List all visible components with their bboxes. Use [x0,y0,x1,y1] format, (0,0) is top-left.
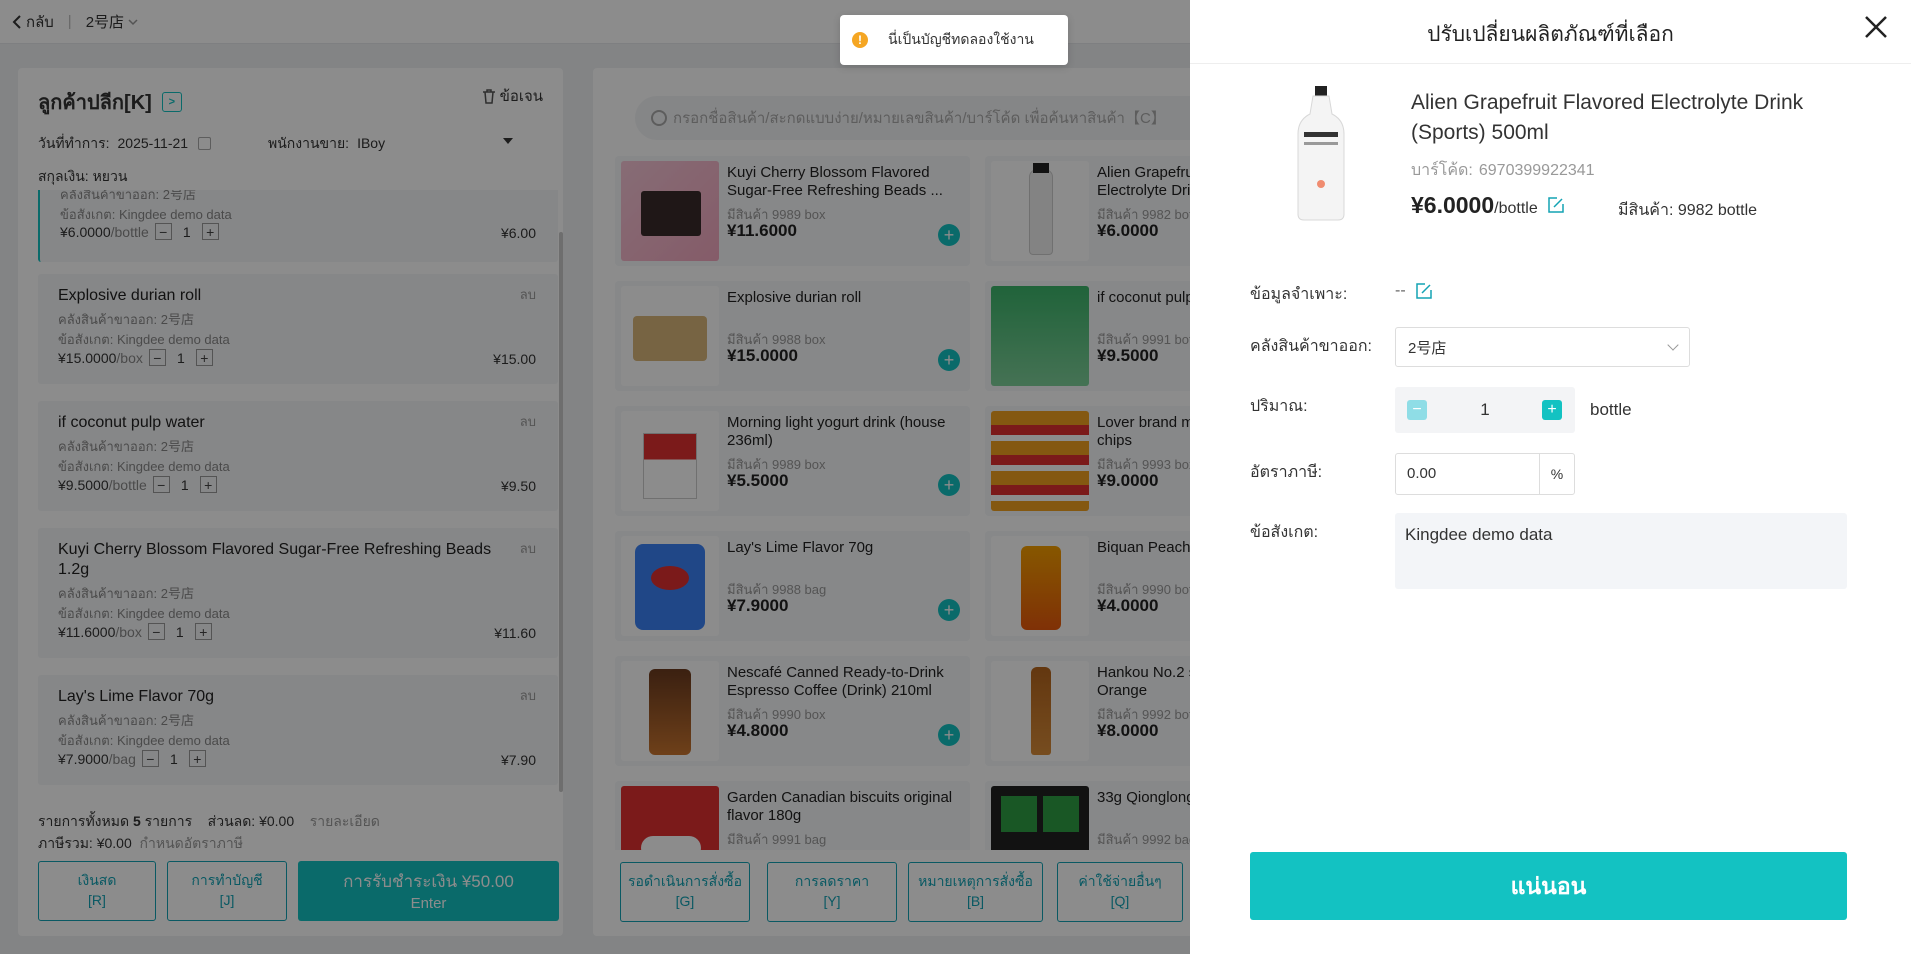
tax-rate-field: 0.00 % [1395,453,1575,495]
edit-item-drawer: ปรับเปลี่ยนผลิตภัณฑ์ที่เลือก Alien Grape… [1190,0,1911,954]
quantity-stepper: − 1 + [1395,387,1575,433]
confirm-button[interactable]: แน่นอน [1250,852,1847,920]
quantity-unit: bottle [1590,400,1632,419]
increment-button[interactable]: + [1542,400,1562,420]
quantity-input[interactable]: 1 [1435,400,1535,420]
stock-info: มีสินค้า: 9982 bottle [1618,198,1757,223]
close-icon[interactable] [1861,12,1891,42]
toast-text: นี่เป็นบัญชีทดลองใช้งาน [888,31,1034,47]
warehouse-select[interactable]: 2号店 [1395,327,1690,367]
note-textarea[interactable]: Kingdee demo data [1395,513,1847,589]
tax-rate-label: อัตราภาษี: [1250,464,1323,481]
stock-value: 9982 bottle [1677,202,1758,219]
price-unit: /bottle [1494,200,1538,217]
tax-rate-input[interactable]: 0.00 [1396,454,1540,494]
trial-account-toast: ! นี่เป็นบัญชีทดลองใช้งาน [840,15,1068,65]
barcode-label: บาร์โค้ด: [1411,162,1473,179]
spec-field: -- [1395,282,1432,300]
pos-app: { "topbar": {"back": "กลับ", "store": "2… [0,0,1911,954]
tax-rate-unit: % [1550,466,1564,482]
edit-price-icon[interactable] [1547,197,1564,213]
spec-value: -- [1395,282,1406,299]
drawer-title: ปรับเปลี่ยนผลิตภัณฑ์ที่เลือก [1427,23,1674,46]
edit-spec-icon[interactable] [1415,283,1432,299]
decrement-button[interactable]: − [1407,400,1427,420]
unit-price: ¥6.0000/bottle [1411,192,1564,219]
stock-label: มีสินค้า: [1618,202,1674,219]
barcode: บาร์โค้ด: 6970399922341 [1411,158,1595,183]
product-image [1297,86,1345,221]
barcode-value: 6970399922341 [1478,162,1595,179]
chevron-down-icon [1667,339,1679,351]
price-value: ¥6.0000 [1411,192,1495,218]
warehouse-value: 2号店 [1408,339,1447,357]
spec-label: ข้อมูลจำเพาะ: [1250,286,1348,303]
warehouse-label: คลังสินค้าขาออก: [1250,338,1372,355]
warning-icon: ! [852,32,868,48]
drawer-header: ปรับเปลี่ยนผลิตภัณฑ์ที่เลือก [1190,0,1911,64]
product-title: Alien Grapefruit Flavored Electrolyte Dr… [1411,91,1804,144]
note-label: ข้อสังเกต: [1250,524,1319,541]
modal-backdrop[interactable] [0,0,1190,954]
quantity-label: ปริมาณ: [1250,398,1308,415]
